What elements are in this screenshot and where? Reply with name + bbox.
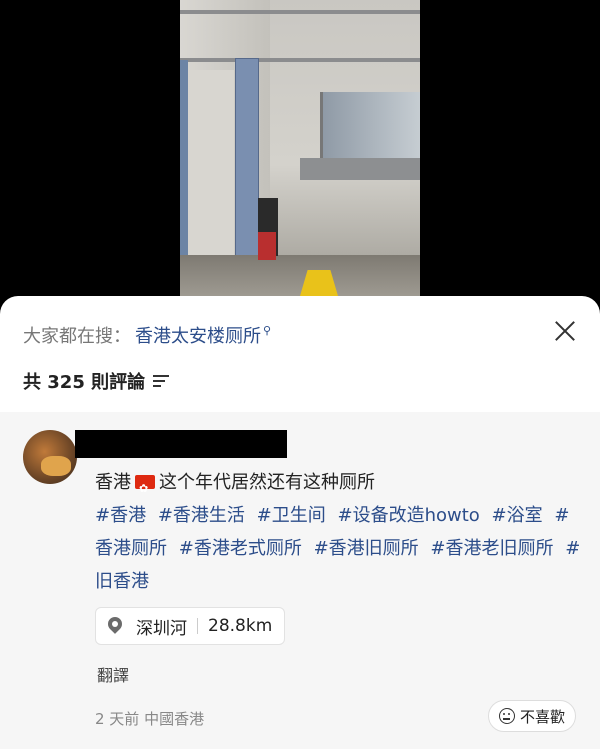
hong-kong-flag-icon (135, 472, 155, 505)
comment-meta: 2 天前 中國香港 (95, 710, 205, 728)
sort-icon[interactable] (153, 374, 170, 388)
comments-header: 共 325 則評論 (23, 368, 170, 394)
comment-count: 共 325 則評論 (23, 372, 146, 393)
dislike-label: 不喜歡 (520, 707, 566, 726)
video-stall-door (235, 58, 259, 258)
video-stall-wall (190, 70, 234, 260)
video-bucket (258, 232, 276, 260)
video-mirror (320, 92, 420, 162)
hashtag-link[interactable]: #浴室 (492, 505, 543, 526)
location-distance: 28.8km (208, 616, 273, 636)
search-icon: ⚲ (263, 323, 272, 337)
location-divider (197, 618, 198, 634)
search-term-link[interactable]: 香港太安楼厕所 (135, 322, 261, 348)
dislike-button[interactable]: 不喜歡 (488, 700, 577, 732)
comment-text-start: 香港 (95, 472, 131, 493)
hashtag-link[interactable]: #香港老旧厕所 (430, 538, 553, 559)
hashtag-link[interactable]: #香港生活 (158, 505, 245, 526)
hashtag-link[interactable]: #香港老式厕所 (179, 538, 302, 559)
username-redacted (75, 430, 287, 458)
comment-text: 香港 这个年代居然还有这种厕所 (95, 466, 585, 505)
video-player[interactable] (0, 0, 600, 320)
neutral-face-icon (499, 708, 515, 724)
close-button[interactable] (552, 318, 578, 344)
video-pipe (180, 58, 420, 62)
search-prefix: 大家都在搜： (23, 326, 131, 347)
hashtag-link[interactable]: #设备改造howto (337, 505, 479, 526)
hashtag-link[interactable]: #香港 (95, 505, 146, 526)
video-frame[interactable] (180, 0, 420, 300)
video-floor (180, 255, 420, 300)
hashtag-link[interactable]: #香港旧厕所 (314, 538, 419, 559)
avatar[interactable] (23, 430, 77, 484)
video-stall-partition (180, 60, 188, 270)
translate-button[interactable]: 翻譯 (97, 662, 129, 686)
video-pipe (180, 10, 420, 14)
search-suggestion[interactable]: 大家都在搜： 香港太安楼厕所 ⚲ (23, 322, 271, 348)
location-name: 深圳河 (136, 618, 187, 639)
comments-sheet: 大家都在搜： 香港太安楼厕所 ⚲ 共 325 則評論 香港 这个年代居然还有这种厕… (0, 296, 600, 749)
location-pin-icon (108, 617, 122, 635)
location-chip[interactable]: 深圳河 28.8km (95, 607, 286, 645)
hashtag-list: #香港 #香港生活 #卫生间 #设备改造howto #浴室 #香港厕所 #香港老… (95, 499, 585, 598)
comment-text-end: 这个年代居然还有这种厕所 (159, 472, 375, 493)
comment-item: 香港 这个年代居然还有这种厕所 #香港 #香港生活 #卫生间 #设备改造howto… (0, 412, 600, 749)
hashtag-link[interactable]: #卫生间 (257, 505, 326, 526)
video-sink (300, 158, 420, 180)
